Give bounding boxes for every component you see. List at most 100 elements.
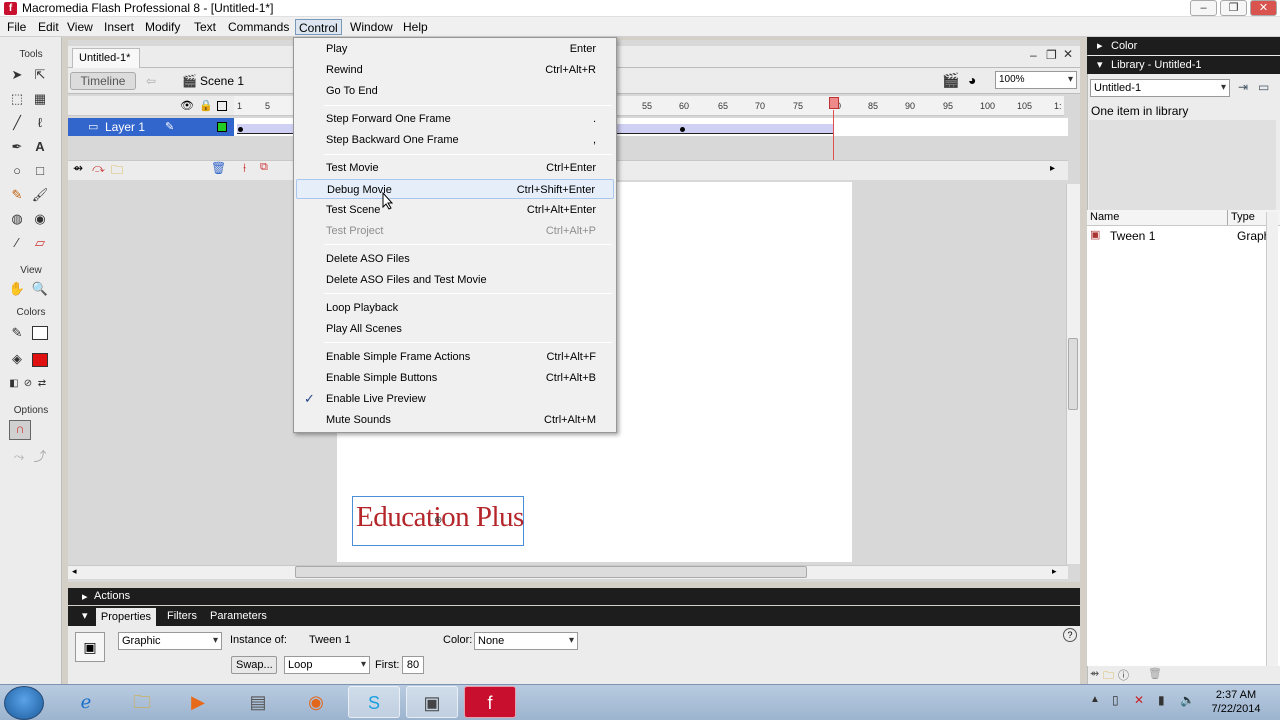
library-document-select[interactable]: Untitled-1 [1090, 79, 1230, 97]
snap-magnet-icon[interactable]: ∩ [9, 420, 31, 440]
menu-view[interactable]: View [64, 19, 96, 35]
delete-layer-icon[interactable]: 🗑 [211, 161, 226, 175]
show-hidden-icons[interactable]: ▲ [1090, 694, 1100, 705]
menu-item-rewind[interactable]: Rewind Ctrl+Alt+R [296, 60, 614, 80]
document-tab[interactable]: Untitled-1* [72, 48, 140, 68]
ink-bottle-icon[interactable]: ◍ [7, 209, 27, 229]
color-panel-header[interactable]: ▸ Color [1087, 37, 1280, 55]
minimize-icon[interactable]: – [1190, 0, 1217, 16]
insert-layer-icon[interactable]: ⇴ [73, 161, 83, 175]
menu-item-test-movie[interactable]: Test Movie Ctrl+Enter [296, 158, 614, 178]
lock-icon[interactable]: 🔒 [199, 99, 213, 112]
gradient-transform-icon[interactable]: ▦ [30, 89, 50, 109]
expand-arrow-icon[interactable]: ▸ [82, 590, 88, 603]
timeline-scroll-right-icon[interactable]: ▸ [1050, 163, 1055, 174]
actions-panel-header[interactable]: ▸ Actions [68, 588, 1080, 605]
expand-arrow-icon[interactable]: ▸ [1097, 37, 1103, 55]
swap-colors-icon[interactable]: ⇄ [32, 374, 52, 394]
menu-item-delete-aso[interactable]: Delete ASO Files [296, 249, 614, 269]
collapse-arrow-icon[interactable]: ▾ [82, 609, 88, 622]
help-icon[interactable]: ? [1063, 628, 1077, 642]
doc-minimize-icon[interactable]: – [1030, 48, 1037, 62]
firefox-icon[interactable]: ◉ [290, 686, 342, 718]
menu-edit[interactable]: Edit [35, 19, 62, 35]
pencil-tool-icon[interactable]: ✎ [7, 185, 27, 205]
file-explorer-icon[interactable]: 🗀 [116, 686, 168, 718]
tab-properties[interactable]: Properties [96, 608, 156, 626]
doc-close-icon[interactable]: ✕ [1063, 47, 1073, 61]
keyframe-start[interactable] [238, 127, 243, 132]
scene-label[interactable]: Scene 1 [200, 74, 244, 88]
swap-button[interactable]: Swap... [231, 656, 277, 674]
library-scrollbar[interactable] [1266, 212, 1278, 666]
subselection-tool-icon[interactable]: ⇱ [30, 65, 50, 85]
layer-name[interactable]: Layer 1 [105, 120, 145, 134]
add-guide-icon[interactable]: ⤼ [92, 161, 105, 176]
eyedropper-icon[interactable]: ⁄ [7, 233, 27, 253]
menu-help[interactable]: Help [400, 19, 431, 35]
stroke-color-icon[interactable]: ✎ [7, 323, 27, 343]
eraser-icon[interactable]: ▱ [30, 233, 50, 253]
menu-commands[interactable]: Commands [225, 19, 292, 35]
menu-text[interactable]: Text [191, 19, 219, 35]
network-icon[interactable]: ✕ [1134, 693, 1144, 707]
menu-control[interactable]: Control [295, 19, 342, 35]
menu-item-go-to-end[interactable]: Go To End [296, 81, 614, 101]
scroll-left-icon[interactable]: ◂ [72, 566, 77, 577]
selection-tool-icon[interactable]: ➤ [7, 65, 27, 85]
scroll-right-icon[interactable]: ▸ [1052, 566, 1057, 577]
menu-item-test-scene[interactable]: Test Scene Ctrl+Alt+Enter [296, 200, 614, 220]
battery-icon[interactable]: ▯ [1112, 693, 1119, 707]
new-library-panel-icon[interactable]: ▭ [1258, 80, 1269, 94]
outline-icon[interactable] [217, 101, 227, 111]
restore-icon[interactable]: ❐ [1220, 0, 1247, 16]
screen-recorder-icon[interactable]: ▣ [406, 686, 458, 718]
new-symbol-icon[interactable]: ⇴ [1090, 667, 1099, 680]
menu-item-play[interactable]: Play Enter [296, 39, 614, 59]
oval-tool-icon[interactable]: ○ [7, 161, 27, 181]
straighten-icon[interactable]: ⤴ [30, 447, 50, 467]
edit-scene-icon[interactable]: 🎬 [942, 72, 959, 89]
menu-window[interactable]: Window [347, 19, 396, 35]
menu-insert[interactable]: Insert [101, 19, 137, 35]
column-name[interactable]: Name [1090, 211, 1119, 223]
free-transform-icon[interactable]: ⬚ [7, 89, 27, 109]
menu-file[interactable]: File [4, 19, 29, 35]
collapse-arrow-icon[interactable]: ▾ [1097, 56, 1103, 74]
menu-item-play-all-scenes[interactable]: Play All Scenes [296, 319, 614, 339]
onion-skin-icon[interactable]: ⧉ [260, 161, 268, 174]
pen-tool-icon[interactable]: ✒ [7, 137, 27, 157]
paint-bucket-icon[interactable]: ◉ [30, 209, 50, 229]
hand-tool-icon[interactable]: ✋ [7, 279, 27, 299]
delete-item-icon[interactable]: 🗑 [1148, 667, 1162, 680]
menu-item-step-backward[interactable]: Step Backward One Frame, [296, 130, 614, 150]
vertical-scroll-thumb[interactable] [1068, 338, 1078, 410]
start-button[interactable] [4, 686, 44, 720]
rectangle-tool-icon[interactable]: □ [30, 161, 50, 181]
internet-explorer-icon[interactable]: ℯ [60, 686, 112, 718]
timeline-toggle-button[interactable]: Timeline [70, 72, 136, 90]
fill-color-icon[interactable]: ◈ [7, 349, 27, 369]
menu-item-simple-buttons[interactable]: Enable Simple Buttons Ctrl+Alt+B [296, 368, 614, 388]
tab-filters[interactable]: Filters [167, 610, 197, 622]
edit-symbol-icon[interactable]: ◕ [968, 72, 976, 88]
notepad-icon[interactable]: ▤ [232, 686, 284, 718]
back-arrow-icon[interactable]: ⇦ [146, 74, 156, 88]
lasso-tool-icon[interactable]: ℓ [30, 113, 50, 133]
brush-tool-icon[interactable]: 🖌 [30, 185, 50, 205]
color-effect-select[interactable]: None [474, 632, 578, 650]
loop-select[interactable]: Loop [284, 656, 370, 674]
zoom-select[interactable]: 100% [995, 71, 1077, 89]
smooth-icon[interactable]: ⤳ [9, 447, 29, 467]
menu-item-loop-playback[interactable]: Loop Playback [296, 298, 614, 318]
library-item[interactable]: ▣ Tween 1 Graph [1090, 228, 1272, 244]
keyframe-mid[interactable] [680, 127, 685, 132]
system-clock[interactable]: 2:37 AM 7/22/2014 [1206, 688, 1266, 716]
menu-item-step-forward[interactable]: Step Forward One Frame. [296, 109, 614, 129]
close-icon[interactable]: ✕ [1250, 0, 1277, 16]
pin-library-icon[interactable]: ⇥ [1238, 80, 1248, 94]
show-hide-icon[interactable]: 👁 [180, 99, 194, 112]
fill-color-swatch[interactable] [32, 353, 48, 367]
signal-icon[interactable]: ▮ [1158, 693, 1165, 707]
symbol-type-select[interactable]: Graphic [118, 632, 222, 650]
